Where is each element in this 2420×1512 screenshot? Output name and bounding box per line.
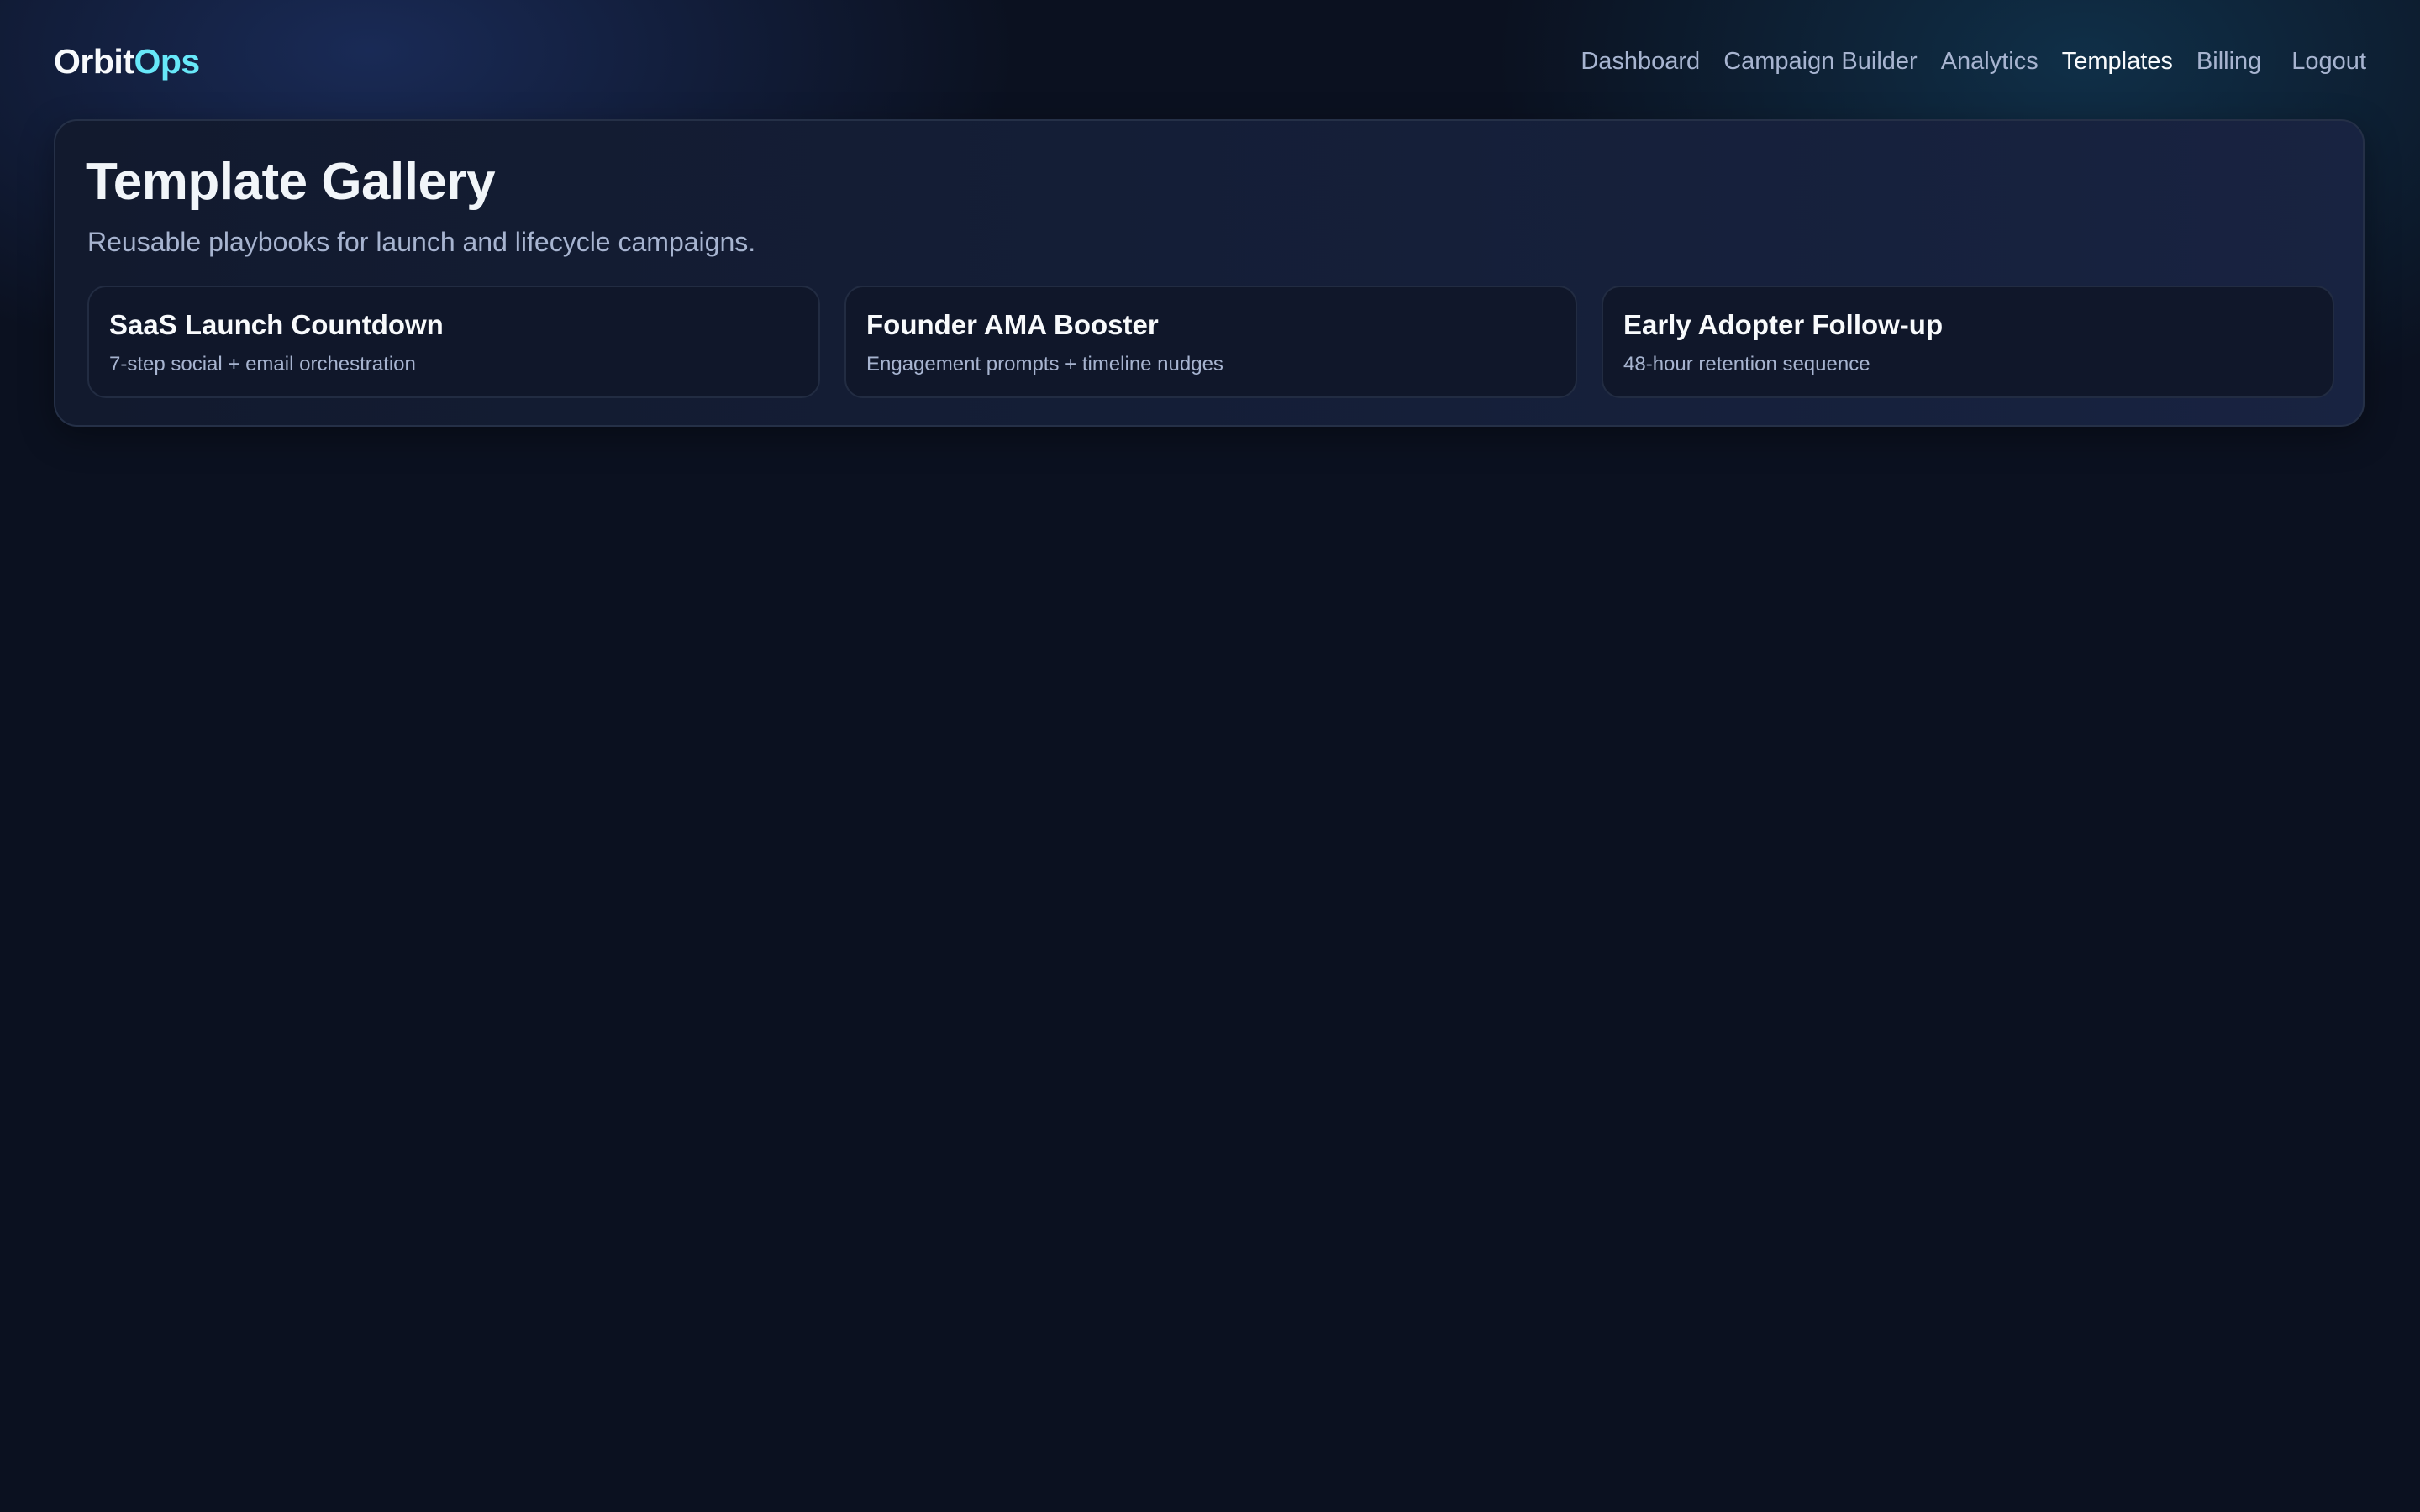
page-subtitle: Reusable playbooks for launch and lifecy… <box>87 227 756 257</box>
nav-link-analytics[interactable]: Analytics <box>1941 32 2039 91</box>
logout-button[interactable]: Logout <box>2291 32 2366 91</box>
brand-name-primary: Orbit <box>54 42 134 81</box>
nav-link-templates[interactable]: Templates <box>2062 32 2173 91</box>
template-card-title: Founder AMA Booster <box>866 309 1159 340</box>
template-card-description: 48-hour retention sequence <box>1623 353 1870 375</box>
template-card-description: 7-step social + email orchestration <box>109 353 416 375</box>
template-card-founder-ama-booster[interactable]: Founder AMA Booster Engagement prompts +… <box>844 286 1577 398</box>
template-card-list: SaaS Launch Countdown 7-step social + em… <box>87 286 2334 398</box>
template-card-saas-launch-countdown[interactable]: SaaS Launch Countdown 7-step social + em… <box>87 286 820 398</box>
page: OrbitOps Dashboard Campaign Builder Anal… <box>0 0 2420 1512</box>
template-card-early-adopter-follow-up[interactable]: Early Adopter Follow-up 48-hour retentio… <box>1602 286 2334 398</box>
page-title: Template Gallery <box>86 153 496 211</box>
nav-link-billing[interactable]: Billing <box>2196 32 2261 91</box>
template-card-title: SaaS Launch Countdown <box>109 309 444 340</box>
nav-link-campaign-builder[interactable]: Campaign Builder <box>1723 32 1918 91</box>
nav-link-dashboard[interactable]: Dashboard <box>1581 32 1700 91</box>
brand-logo[interactable]: OrbitOps <box>54 32 200 91</box>
template-gallery-panel: Template Gallery Reusable playbooks for … <box>54 119 2365 427</box>
template-card-title: Early Adopter Follow-up <box>1623 309 1944 340</box>
top-navigation-bar: OrbitOps Dashboard Campaign Builder Anal… <box>54 32 2366 91</box>
brand-name-accent: Ops <box>134 42 200 81</box>
template-card-description: Engagement prompts + timeline nudges <box>866 353 1223 375</box>
main-nav: Dashboard Campaign Builder Analytics Tem… <box>1557 32 2366 91</box>
